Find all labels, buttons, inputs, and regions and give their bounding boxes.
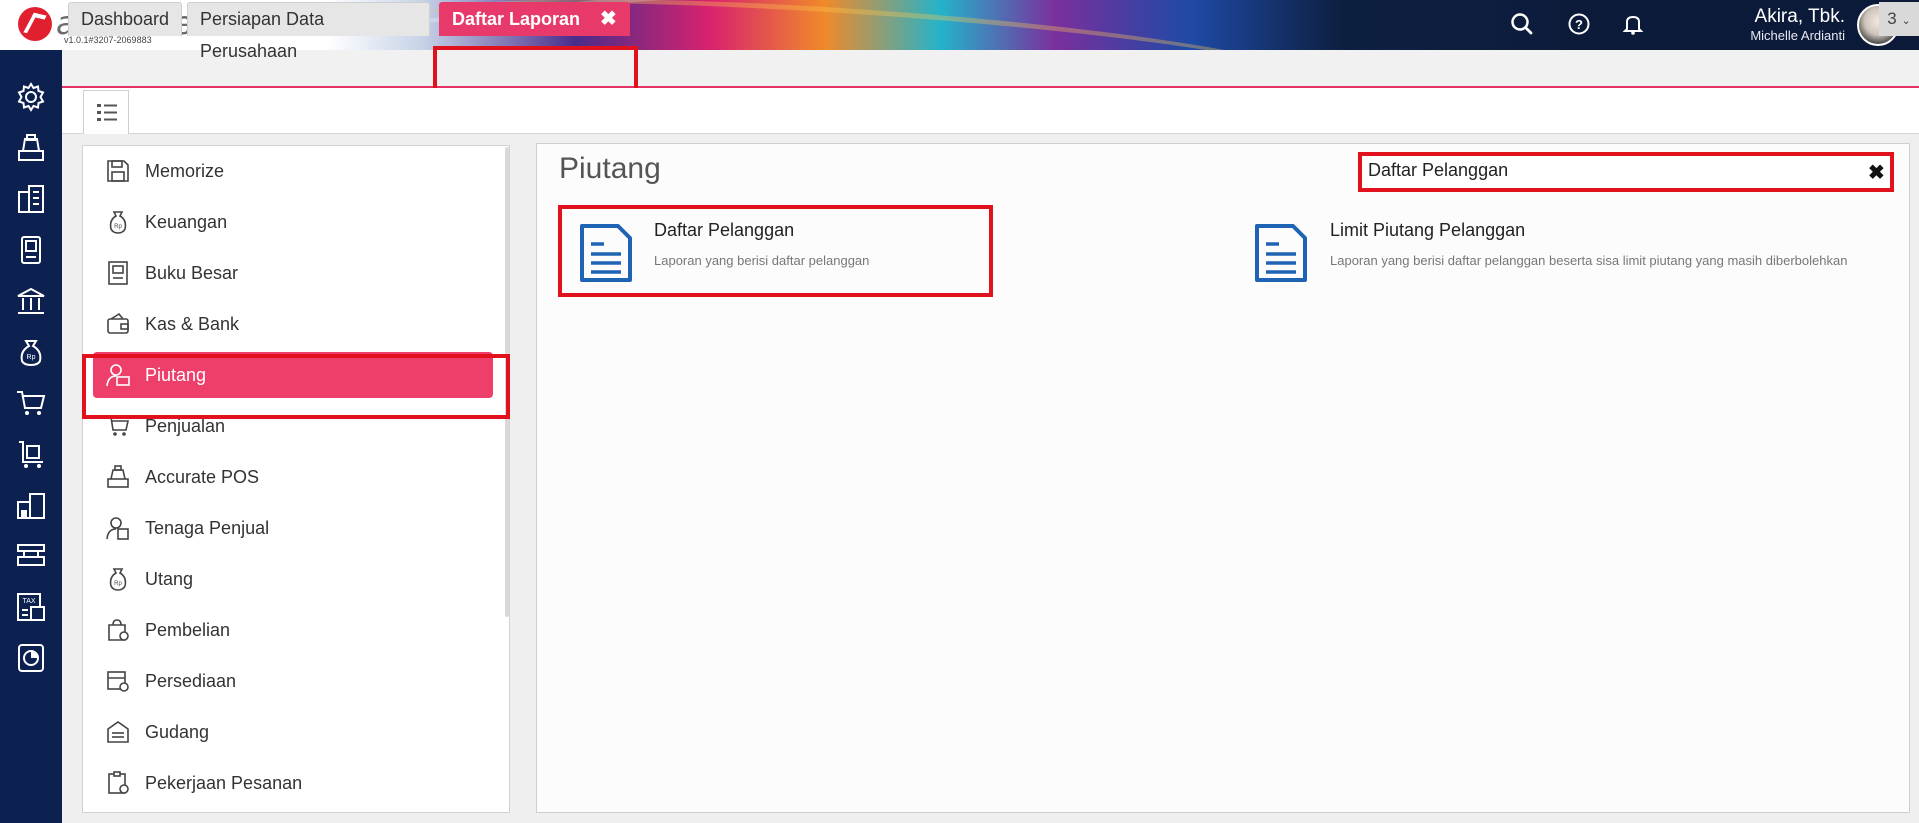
warehouse-icon[interactable] [14, 488, 48, 522]
category-label: Pekerjaan Pesanan [145, 773, 303, 793]
tab-count-dropdown[interactable]: 3 ⌄ [1879, 2, 1919, 36]
warehouse-icon [107, 721, 129, 743]
category-label: Penjualan [145, 416, 226, 436]
search-icon[interactable] [1509, 11, 1535, 37]
report-title: Daftar Pelanggan [654, 220, 795, 240]
report-icon[interactable] [14, 641, 48, 675]
logo-mark-icon [18, 7, 52, 41]
receivable-icon [106, 364, 130, 387]
category-item-penjualan[interactable]: Penjualan [83, 401, 509, 451]
category-item-pembelian[interactable]: Pembelian [83, 605, 509, 655]
category-label: Persediaan [145, 671, 237, 691]
category-label: Piutang [145, 365, 207, 385]
tab-label: Dashboard [81, 9, 170, 29]
money-bag-icon[interactable]: Rp [14, 335, 48, 369]
ledger-icon [108, 261, 128, 285]
report-title: Limit Piutang Pelanggan [1330, 220, 1526, 240]
tab-bar [62, 50, 1919, 88]
tab-count-value: 3 [1887, 9, 1897, 28]
cart-icon [107, 416, 129, 436]
category-label: Tenaga Penjual [145, 518, 270, 538]
tab-dashboard[interactable]: Dashboard [68, 2, 182, 36]
document-icon [580, 224, 632, 282]
save-icon [107, 160, 129, 182]
chevron-down-icon: ⌄ [1901, 15, 1911, 27]
category-item-persediaan[interactable]: Persediaan [83, 656, 509, 706]
category-scrollbar[interactable] [505, 147, 509, 617]
bank-icon[interactable] [14, 284, 48, 318]
help-icon[interactable]: ? [1566, 11, 1592, 37]
category-item-utang[interactable]: Rp Utang [83, 554, 509, 604]
category-label: Pembelian [145, 620, 231, 640]
category-label: Kas & Bank [145, 314, 240, 334]
trolley-icon[interactable] [14, 437, 48, 471]
clear-search-icon[interactable]: ✖ [1868, 160, 1885, 185]
close-icon[interactable]: ✖ [600, 3, 617, 35]
category-label: Keuangan [145, 212, 228, 232]
list-view-button[interactable] [83, 90, 129, 134]
svg-text:Rp: Rp [114, 224, 122, 230]
category-label: Gudang [145, 722, 210, 742]
tab-daftar-laporan[interactable]: Daftar Laporan ✖ [439, 2, 630, 36]
purchase-bag-icon [108, 619, 129, 641]
category-label: Accurate POS [145, 467, 260, 487]
user-name: Michelle Ardianti [1750, 28, 1845, 43]
report-description: Laporan yang berisi daftar pelanggan bes… [1330, 253, 1848, 268]
category-item-memorize[interactable]: Memorize [83, 146, 509, 196]
page-title: Piutang [559, 152, 661, 185]
cart-icon[interactable] [14, 386, 48, 420]
wallet-icon [107, 312, 129, 334]
document-icon [1255, 224, 1307, 282]
category-label: Buku Besar [145, 263, 239, 283]
tab-label: Daftar Laporan [452, 9, 581, 29]
report-category-panel: Memorize Rp Keuangan Buku Besar Kas & Ba… [82, 145, 510, 813]
svg-text:TAX: TAX [22, 598, 35, 605]
inventory-icon [107, 671, 129, 692]
list-icon [97, 104, 117, 121]
tab-persiapan-data-perusahaan[interactable]: Persiapan Data Perusahaan [187, 2, 430, 61]
svg-text:Rp: Rp [114, 581, 122, 587]
svg-text:Rp: Rp [27, 354, 36, 361]
version-label: v1.0.1#3207-2069883 [64, 35, 152, 45]
company-name: Akira, Tbk. [1754, 6, 1845, 27]
category-item-keuangan[interactable]: Rp Keuangan [83, 197, 509, 247]
category-item-buku-besar[interactable]: Buku Besar [83, 248, 509, 298]
category-item-pekerjaan-pesanan[interactable]: Pekerjaan Pesanan [83, 758, 509, 808]
category-item-accurate-pos[interactable]: Accurate POS [83, 452, 509, 502]
book-icon[interactable] [14, 233, 48, 267]
report-list-panel [536, 143, 1910, 813]
pos-icon [107, 465, 129, 488]
building-icon[interactable] [14, 182, 48, 216]
salesperson-icon [106, 517, 129, 540]
job-order-icon [108, 771, 129, 794]
factory-icon[interactable] [14, 539, 48, 573]
bell-icon[interactable] [1620, 11, 1646, 37]
pos-icon[interactable] [14, 131, 48, 165]
category-item-piutang[interactable]: Piutang [83, 350, 509, 400]
payable-icon: Rp [109, 568, 127, 591]
category-item-gudang[interactable]: Gudang [83, 707, 509, 757]
search-input-value[interactable]: Daftar Pelanggan [1368, 160, 1508, 181]
report-description: Laporan yang berisi daftar pelanggan [654, 253, 870, 268]
category-item-kas-bank[interactable]: Kas & Bank [83, 299, 509, 349]
left-navigation: Rp TAX [0, 50, 62, 823]
svg-text:?: ? [1575, 17, 1583, 32]
tax-icon[interactable]: TAX [14, 590, 48, 624]
category-item-tenaga-penjual[interactable]: Tenaga Penjual [83, 503, 509, 553]
gear-icon[interactable] [14, 80, 48, 114]
category-label: Memorize [145, 161, 225, 181]
money-bag-icon: Rp [109, 211, 127, 234]
user-info[interactable]: Akira, Tbk. Michelle Ardianti [1750, 6, 1845, 43]
toolbar-strip [62, 88, 1919, 134]
category-label: Utang [145, 569, 194, 589]
